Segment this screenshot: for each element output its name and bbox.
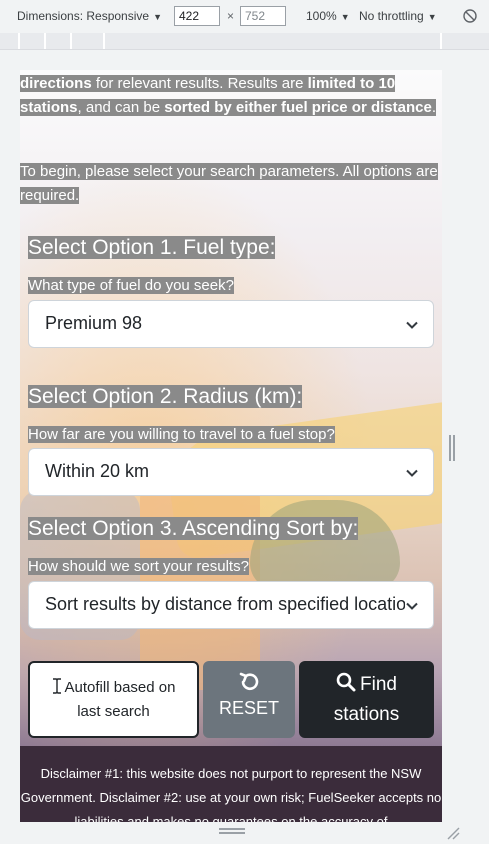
- instructions-paragraph: To begin, please select your search para…: [20, 160, 438, 208]
- sort-heading-text: Select Option 3. Ascending Sort by:: [28, 517, 359, 540]
- find-label-line2: stations: [333, 704, 400, 725]
- chevron-down-icon: ▼: [153, 12, 162, 22]
- intro-paragraph: directions for relevant results. Results…: [20, 72, 438, 120]
- fuel-type-selected: Premium 98: [45, 313, 143, 333]
- resize-handle-bottom[interactable]: [219, 828, 245, 834]
- resize-handle-right[interactable]: [449, 435, 455, 461]
- dimensions-dropdown[interactable]: Dimensions: Responsive ▼: [17, 9, 162, 23]
- dimensions-label: Dimensions: Responsive: [17, 9, 150, 23]
- autofill-label-line1: Autofill based on: [64, 679, 176, 696]
- disclaimer-footer: Disclaimer #1: this website does not pur…: [20, 746, 442, 822]
- search-icon: [336, 672, 356, 692]
- radius-select[interactable]: Within 20 km: [28, 448, 434, 496]
- intro-text-segment: sorted by either fuel price or distance: [164, 99, 432, 116]
- sort-selected: Sort results by distance from specified …: [45, 594, 417, 614]
- viewport-width-input[interactable]: [174, 6, 220, 26]
- resize-corner-icon[interactable]: [446, 826, 460, 840]
- emulated-viewport: directions for relevant results. Results…: [20, 70, 442, 822]
- intro-text-segment: , and can be: [77, 99, 165, 116]
- zoom-dropdown[interactable]: 100% ▼: [306, 9, 350, 23]
- intro-text-segment: for relevant results. Results are: [91, 75, 308, 92]
- devtools-device-toolbar: Dimensions: Responsive▼ × 100%▼ No throt…: [0, 0, 489, 34]
- autofill-button[interactable]: Autofill based on last search: [28, 661, 199, 738]
- chevron-down-icon: ▼: [340, 12, 350, 22]
- autofill-label-line2: last search: [77, 703, 150, 720]
- find-stations-button[interactable]: Find stations: [299, 661, 434, 738]
- sort-select[interactable]: Sort results by distance from specified …: [28, 581, 434, 629]
- zoom-label: 100%: [306, 9, 337, 23]
- intro-text-segment: .: [431, 99, 436, 116]
- chevron-down-icon: [406, 469, 418, 477]
- text-cursor-icon: [52, 678, 61, 694]
- chevron-down-icon: ▼: [427, 12, 437, 22]
- sort-heading: Select Option 3. Ascending Sort by:: [28, 515, 359, 543]
- fuel-type-select[interactable]: Premium 98: [28, 300, 434, 348]
- media-query-ruler[interactable]: [0, 33, 489, 50]
- radius-question-text: How far are you willing to travel to a f…: [28, 426, 335, 443]
- intro-text-segment: directions: [20, 75, 92, 92]
- sort-question-text: How should we sort your results?: [28, 558, 249, 575]
- intro-highlighted-text: directions for relevant results. Results…: [20, 75, 436, 116]
- throttling-label: No throttling: [359, 9, 424, 23]
- radius-heading: Select Option 2. Radius (km):: [28, 383, 303, 411]
- radius-heading-text: Select Option 2. Radius (km):: [28, 385, 303, 408]
- fuel-type-heading: Select Option 1. Fuel type:: [28, 234, 276, 262]
- times-separator: ×: [227, 9, 235, 23]
- radius-question: How far are you willing to travel to a f…: [28, 424, 335, 446]
- viewport-height-input[interactable]: [240, 6, 286, 26]
- fuel-type-question-text: What type of fuel do you seek?: [28, 277, 234, 294]
- fuel-type-heading-text: Select Option 1. Fuel type:: [28, 236, 276, 259]
- instructions-text: To begin, please select your search para…: [20, 163, 438, 204]
- fuel-type-question: What type of fuel do you seek?: [28, 275, 234, 297]
- reset-label: RESET: [218, 698, 279, 718]
- sort-question: How should we sort your results?: [28, 556, 249, 578]
- throttling-dropdown[interactable]: No throttling ▼: [359, 9, 437, 23]
- find-label-line1: Find: [360, 674, 397, 695]
- chevron-down-icon: [405, 599, 419, 613]
- radius-selected: Within 20 km: [45, 461, 150, 481]
- chevron-down-icon: [406, 321, 418, 329]
- reset-button[interactable]: RESET: [203, 661, 295, 738]
- undo-icon: [239, 672, 259, 691]
- disclaimer-text: Disclaimer #1: this website does not pur…: [20, 766, 442, 822]
- rotate-icon[interactable]: [462, 8, 478, 24]
